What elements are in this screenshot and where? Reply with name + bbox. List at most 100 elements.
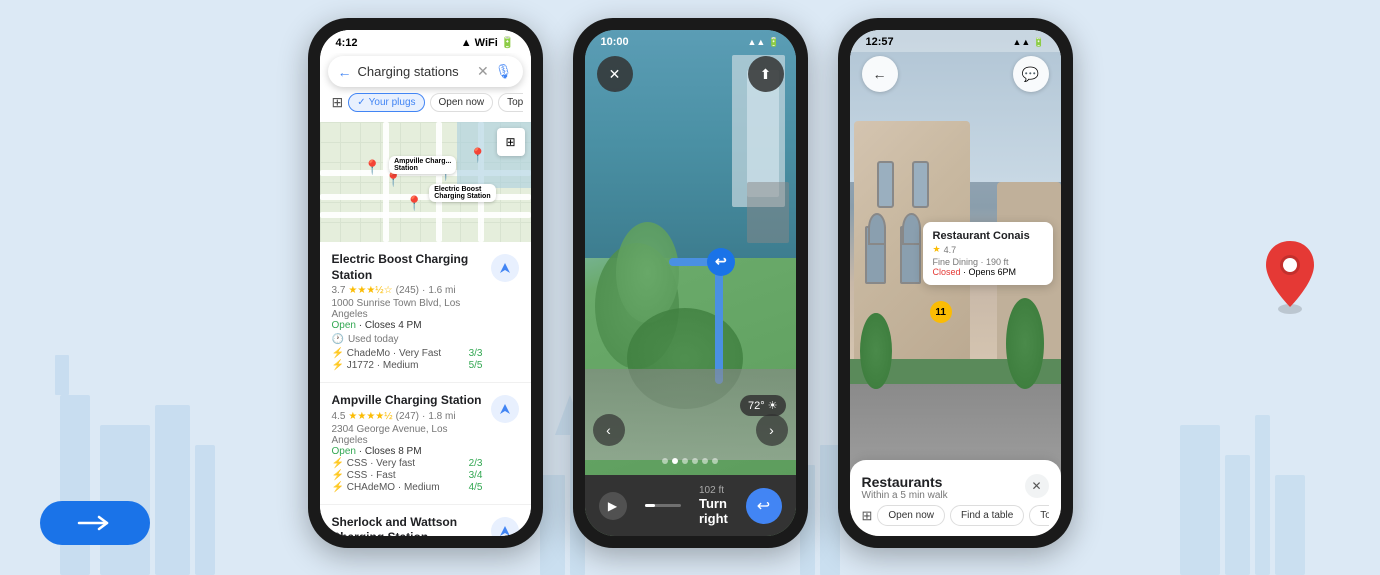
- phone3-back-button[interactable]: ←: [862, 56, 898, 92]
- chip-open-now[interactable]: Open now: [430, 93, 494, 112]
- result3-info: Sherlock and Wattson Charging Station 4.…: [332, 515, 483, 536]
- result1-name: Electric Boost Charging Station: [332, 252, 483, 283]
- result2-distance: 1.8 mi: [428, 411, 455, 422]
- results-list: Electric Boost Charging Station 3.7 ★★★½…: [320, 242, 531, 536]
- result-item-sherlock[interactable]: Sherlock and Wattson Charging Station 4.…: [320, 505, 531, 536]
- phone1-status-bar: 4:12 ▲ WiFi 🔋: [320, 30, 531, 53]
- nav-prev-button[interactable]: ‹: [593, 414, 625, 446]
- result-item-electric-boost[interactable]: Electric Boost Charging Station 3.7 ★★★½…: [320, 242, 531, 383]
- result1-used: 🕐 Used today: [332, 334, 483, 345]
- nav-route-road: [715, 258, 723, 385]
- turn-distance: 102 ft: [699, 485, 736, 496]
- result1-reviews: (245): [396, 285, 419, 296]
- phone1-time: 4:12: [336, 37, 358, 49]
- result2-stars: ★★★★½: [348, 411, 392, 422]
- panel-title: Restaurants: [862, 474, 948, 490]
- charger1-detail1: ⚡ ChadeMo · Very Fast 3/3: [332, 348, 483, 359]
- result1-navigate-button[interactable]: [491, 254, 519, 282]
- panel-chip-find-table[interactable]: Find a table: [950, 505, 1024, 526]
- search-bar[interactable]: ← Charging stations ✕ 🎙: [328, 56, 523, 87]
- panel-header: Restaurants Within a 5 min walk ✕: [862, 474, 1049, 501]
- nav-play-button[interactable]: ▶: [599, 492, 627, 520]
- phone2-status-icons: ▲▲ 🔋: [747, 37, 779, 48]
- panel-filter-icon[interactable]: ⊞: [862, 505, 873, 526]
- navigate-icon: [498, 402, 512, 416]
- map-pin-4: 📍: [469, 147, 486, 164]
- charger2-detail2: ⚡ CSS · Fast 3/4: [332, 470, 483, 481]
- result1-stars: ★★★½☆: [348, 285, 392, 296]
- result2-name: Ampville Charging Station: [332, 393, 483, 409]
- phone2-screen: ↩ 10:00 ▲▲ 🔋: [585, 30, 796, 536]
- result3-navigate-button[interactable]: [491, 517, 519, 536]
- chip-your-plugs[interactable]: ✓ Your plugs: [348, 93, 424, 112]
- map-pin-5: 📍: [406, 195, 423, 212]
- phone3-chat-button[interactable]: 💬: [1013, 56, 1049, 92]
- result2-navigate-button[interactable]: [491, 395, 519, 423]
- phone-maps-search: 4:12 ▲ WiFi 🔋 ← Charging stations ✕ 🎙: [308, 18, 543, 548]
- panel-close-button[interactable]: ✕: [1025, 474, 1049, 498]
- result1-address: 1000 Sunrise Town Blvd, Los Angeles: [332, 298, 483, 320]
- nav-progress-bar: [645, 504, 682, 507]
- nav-progress-fill: [645, 504, 656, 507]
- result2-reviews: (247): [396, 411, 419, 422]
- charger1-detail2: ⚡ J1772 · Medium 5/5: [332, 360, 483, 371]
- result2-hours: Open · Closes 8 PM: [332, 446, 483, 457]
- turn-direction-icon: ↩: [746, 488, 782, 524]
- nav-share-button[interactable]: ⬆: [748, 56, 784, 92]
- arrow-right-icon: [77, 513, 113, 533]
- phone1-screen: 4:12 ▲ WiFi 🔋 ← Charging stations ✕ 🎙: [320, 30, 531, 536]
- turn-direction-text: Turn right: [699, 496, 736, 526]
- result1-info: Electric Boost Charging Station 3.7 ★★★½…: [332, 252, 483, 372]
- result1-rating: 3.7 ★★★½☆ (245) · 1.6 mi: [332, 285, 483, 296]
- yellow-place-marker[interactable]: 11: [930, 301, 952, 323]
- turn-info: 102 ft Turn right: [699, 485, 736, 526]
- panel-chip-top-rated[interactable]: Top-rated: [1029, 505, 1048, 526]
- panel-subtitle: Within a 5 min walk: [862, 490, 948, 501]
- phone3-status-icons: ▲▲ 🔋: [1012, 37, 1044, 48]
- filter-icon[interactable]: ⊞: [332, 93, 344, 112]
- marker-number: 11: [935, 307, 946, 318]
- result2-info: Ampville Charging Station 4.5 ★★★★½ (247…: [332, 393, 483, 494]
- phone3-content: 12:57 ▲▲ 🔋 ← 💬 Restaurant Conais ★: [850, 30, 1061, 536]
- nav-turn-card: ▶ 102 ft Turn right ↩: [585, 475, 796, 536]
- charger2-detail3: ⚡ CHAdeMO · Medium 4/5: [332, 482, 483, 493]
- mic-icon[interactable]: 🎙: [495, 63, 513, 80]
- phone3-screen: 12:57 ▲▲ 🔋 ← 💬 Restaurant Conais ★: [850, 30, 1061, 536]
- filter-chips: ⊞ ✓ Your plugs Open now Top rated: [328, 87, 523, 116]
- phone2-time: 10:00: [601, 36, 629, 48]
- phone3-top-buttons: ← 💬: [862, 56, 1049, 92]
- panel-chip-open-now[interactable]: Open now: [877, 505, 945, 526]
- clear-icon[interactable]: ✕: [477, 63, 489, 80]
- nav-next-button[interactable]: ›: [756, 414, 788, 446]
- map-pin-decoration: [1260, 237, 1320, 322]
- result2-address: 2304 George Avenue, Los Angeles: [332, 424, 483, 446]
- search-text: Charging stations: [358, 64, 471, 79]
- nav-top-buttons: ✕ ⬆: [597, 56, 784, 92]
- blue-arrow-button[interactable]: [40, 501, 150, 545]
- nav-close-button[interactable]: ✕: [597, 56, 633, 92]
- phone1-status-icons: ▲ WiFi 🔋: [461, 36, 515, 49]
- navigate-icon: [498, 261, 512, 275]
- popup-restaurant-name: Restaurant Conais: [933, 230, 1043, 242]
- aerial-view: ↩ 10:00 ▲▲ 🔋: [585, 30, 796, 536]
- map-layers-button[interactable]: ⊞: [497, 128, 525, 156]
- turn-arrow-indicator: ↩: [707, 248, 735, 276]
- navigate-icon: [498, 524, 512, 536]
- charger2-detail1: ⚡ CSS · Very fast 2/3: [332, 458, 483, 469]
- result2-rating-value: 4.5: [332, 411, 346, 422]
- phones-container: 4:12 ▲ WiFi 🔋 ← Charging stations ✕ 🎙: [0, 0, 1380, 548]
- nav-side-arrows: ‹ ›: [585, 414, 796, 446]
- restaurant-popup[interactable]: Restaurant Conais ★ 4.7 Fine Dining · 19…: [923, 222, 1053, 285]
- phone2-content: ↩ 10:00 ▲▲ 🔋: [585, 30, 796, 536]
- panel-filter-chips: ⊞ Open now Find a table Top-rated More: [862, 505, 1049, 526]
- chip-top-rated[interactable]: Top rated: [498, 93, 522, 112]
- temp-value: 72°: [748, 400, 765, 412]
- map-area[interactable]: 📍 📍 📍 📍 📍 Ampville Charg...Station Elect…: [320, 122, 531, 242]
- popup-rating-value: 4.7: [944, 245, 957, 255]
- map-pin-2: 📍: [364, 159, 381, 176]
- popup-opens-text: · Opens 6PM: [963, 267, 1016, 277]
- back-arrow-icon[interactable]: ←: [338, 64, 352, 80]
- result-item-ampville[interactable]: Ampville Charging Station 4.5 ★★★★½ (247…: [320, 383, 531, 505]
- popup-category: Fine Dining · 190 ft: [933, 257, 1043, 267]
- phone2-status-bar: 10:00 ▲▲ 🔋: [585, 30, 796, 52]
